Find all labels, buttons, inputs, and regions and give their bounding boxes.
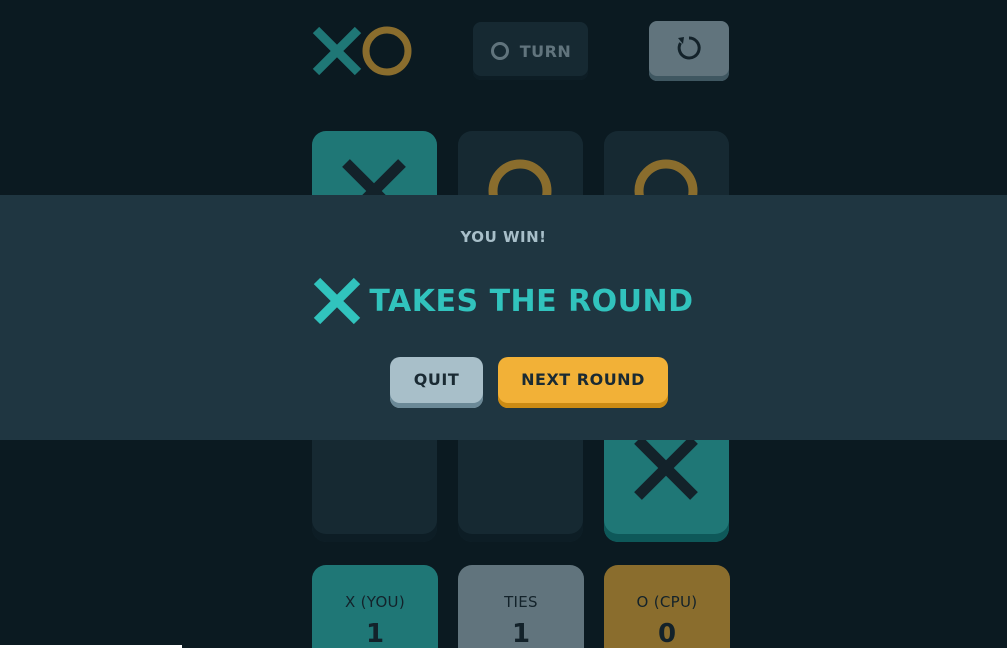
- score-o-label: O (CPU): [636, 593, 698, 611]
- score-x: X (YOU) 1: [312, 565, 438, 648]
- result-title: TAKES THE ROUND: [369, 283, 694, 319]
- restart-arrow-icon: [677, 36, 701, 60]
- score-ties-label: TIES: [504, 593, 538, 611]
- score-ties: TIES 1: [458, 565, 584, 648]
- score-o-value: 0: [657, 619, 677, 648]
- tic-tac-toe-app: TURN X (YOU) 1 TIES 1 O (CPU) 0 YOU WIN!…: [0, 0, 1007, 648]
- score-o: O (CPU) 0: [604, 565, 730, 648]
- score-ties-value: 1: [511, 619, 531, 648]
- score-x-label: X (YOU): [345, 593, 405, 611]
- xo-logo: [312, 26, 412, 76]
- x-icon: [314, 277, 361, 325]
- round-result-modal: YOU WIN! TAKES THE ROUND QUIT NEXT ROUND: [0, 195, 1007, 440]
- restart-button[interactable]: [649, 21, 729, 81]
- turn-label: TURN: [519, 41, 572, 61]
- quit-button[interactable]: QUIT: [390, 357, 483, 408]
- x-mark-icon: [634, 436, 698, 500]
- result-headline: TAKES THE ROUND: [0, 277, 1007, 325]
- result-subtitle: YOU WIN!: [460, 228, 547, 246]
- o-outline-icon: [490, 42, 509, 60]
- turn-indicator: TURN: [473, 22, 588, 80]
- next-round-button[interactable]: NEXT ROUND: [498, 357, 668, 408]
- score-x-value: 1: [365, 619, 385, 648]
